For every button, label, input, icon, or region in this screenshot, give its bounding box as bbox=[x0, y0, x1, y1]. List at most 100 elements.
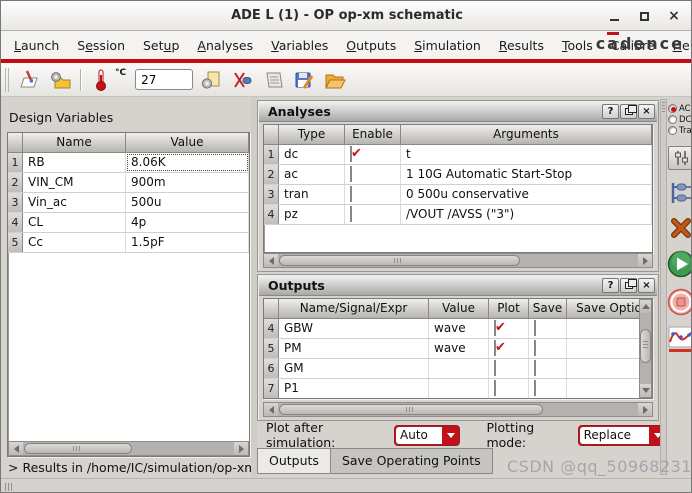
save-checkbox[interactable] bbox=[534, 320, 536, 336]
outputs-float-button[interactable] bbox=[620, 278, 637, 293]
plot-outputs-button[interactable] bbox=[668, 326, 692, 353]
close-button[interactable]: × bbox=[667, 9, 681, 23]
plot-checkbox[interactable] bbox=[494, 360, 496, 376]
radio-dc[interactable]: DC bbox=[668, 114, 692, 125]
run-simulation-button[interactable] bbox=[667, 250, 692, 278]
table-row[interactable]: 4 GBW wave bbox=[264, 319, 652, 339]
table-row[interactable]: 1 dc t bbox=[264, 145, 652, 165]
open-setup-button[interactable] bbox=[16, 67, 42, 93]
save-checkbox[interactable] bbox=[534, 360, 536, 376]
enable-checkbox[interactable] bbox=[350, 166, 352, 182]
toolbar-handle[interactable] bbox=[660, 99, 667, 475]
outputs-vertical-scrollbar[interactable] bbox=[639, 299, 652, 398]
dv-value[interactable]: 900m bbox=[126, 173, 249, 192]
an-col-type[interactable]: Type bbox=[279, 125, 345, 145]
table-row[interactable]: 3 Vin_ac 500u bbox=[8, 193, 249, 213]
table-row[interactable]: 3 tran 0 500u conservative bbox=[264, 185, 652, 205]
menu-session[interactable]: Session bbox=[68, 38, 134, 53]
enable-checkbox[interactable] bbox=[350, 186, 352, 202]
scroll-thumb[interactable] bbox=[640, 329, 651, 363]
save-checkbox[interactable] bbox=[534, 340, 536, 356]
resize-grip[interactable] bbox=[5, 483, 13, 491]
table-row[interactable]: 4 pz /VOUT /AVSS ("3") bbox=[264, 205, 652, 225]
dv-name[interactable]: VIN_CM bbox=[23, 173, 126, 192]
table-row[interactable]: 1 RB 8.06K bbox=[8, 153, 249, 173]
scroll-left-icon[interactable] bbox=[264, 254, 278, 267]
dv-value[interactable]: 4p bbox=[126, 213, 249, 232]
save-checkbox[interactable] bbox=[534, 380, 536, 396]
outputs-close-button[interactable]: × bbox=[638, 278, 655, 293]
plot-checkbox[interactable] bbox=[494, 340, 496, 356]
scroll-right-icon[interactable] bbox=[638, 403, 652, 416]
choose-analyses-button[interactable] bbox=[668, 146, 692, 170]
table-row[interactable]: 2 VIN_CM 900m bbox=[8, 173, 249, 193]
load-state-button[interactable] bbox=[47, 67, 73, 93]
delete-button[interactable] bbox=[669, 216, 692, 240]
scroll-thumb[interactable] bbox=[279, 255, 520, 266]
dv-name[interactable]: Vin_ac bbox=[23, 193, 126, 212]
edit-variables-button[interactable] bbox=[198, 67, 224, 93]
table-row[interactable]: 7 P1 bbox=[264, 379, 652, 399]
dv-value[interactable]: 8.06K bbox=[126, 153, 249, 172]
an-col-enable[interactable]: Enable bbox=[345, 125, 401, 145]
plot-checkbox[interactable] bbox=[494, 380, 496, 396]
dv-value[interactable]: 500u bbox=[126, 193, 249, 212]
table-row[interactable]: 4 CL 4p bbox=[8, 213, 249, 233]
netlist-button[interactable] bbox=[260, 67, 286, 93]
temperature-input[interactable] bbox=[135, 69, 193, 90]
menu-launch[interactable]: Launch bbox=[5, 38, 68, 53]
save-script-button[interactable] bbox=[291, 67, 317, 93]
outputs-help-button[interactable]: ? bbox=[602, 278, 619, 293]
scroll-left-icon[interactable] bbox=[9, 442, 23, 455]
dv-value[interactable]: 1.5pF bbox=[126, 233, 249, 252]
out-col-save[interactable]: Save bbox=[529, 299, 567, 319]
dv-name[interactable]: Cc bbox=[23, 233, 126, 252]
out-col-name[interactable]: Name/Signal/Expr bbox=[279, 299, 429, 319]
analyses-horizontal-scrollbar[interactable] bbox=[263, 253, 653, 268]
analyses-panel-title[interactable]: Analyses bbox=[259, 102, 657, 122]
menu-variables[interactable]: Variables bbox=[262, 38, 337, 53]
radio-trans[interactable]: Trans bbox=[668, 125, 692, 136]
dv-col-name[interactable]: Name bbox=[23, 133, 126, 153]
radio-ac[interactable]: AC bbox=[668, 103, 692, 114]
enable-checkbox[interactable] bbox=[350, 146, 352, 162]
tab-save-operating-points[interactable]: Save Operating Points bbox=[331, 448, 493, 474]
table-row[interactable]: 2 ac 1 10G Automatic Start-Stop bbox=[264, 165, 652, 185]
table-row[interactable]: 5 PM wave bbox=[264, 339, 652, 359]
out-col-value[interactable]: Value bbox=[429, 299, 489, 319]
toolbar-grip[interactable] bbox=[5, 68, 11, 92]
delete-probe-button[interactable] bbox=[229, 67, 255, 93]
dv-col-value[interactable]: Value bbox=[126, 133, 249, 153]
table-row[interactable]: 5 Cc 1.5pF bbox=[8, 233, 249, 253]
an-col-arguments[interactable]: Arguments bbox=[401, 125, 652, 145]
analyses-close-button[interactable]: × bbox=[638, 104, 655, 119]
scroll-right-icon[interactable] bbox=[234, 442, 248, 455]
plot-checkbox[interactable] bbox=[494, 320, 496, 336]
table-row[interactable]: 6 GM bbox=[264, 359, 652, 379]
plot-after-dropdown[interactable]: Auto bbox=[394, 425, 460, 446]
outputs-horizontal-scrollbar[interactable] bbox=[263, 402, 653, 417]
tab-outputs[interactable]: Outputs bbox=[257, 448, 331, 474]
menu-results[interactable]: Results bbox=[490, 38, 553, 53]
dv-horizontal-scrollbar[interactable] bbox=[8, 441, 249, 456]
menu-analyses[interactable]: Analyses bbox=[188, 38, 262, 53]
outputs-panel-title[interactable]: Outputs bbox=[259, 276, 657, 296]
open-folder-button[interactable] bbox=[322, 67, 348, 93]
scroll-left-icon[interactable] bbox=[264, 403, 278, 416]
maximize-button[interactable] bbox=[637, 9, 651, 23]
scroll-thumb[interactable] bbox=[279, 404, 543, 415]
dv-name[interactable]: CL bbox=[23, 213, 126, 232]
plotting-mode-dropdown[interactable]: Replace bbox=[578, 425, 667, 446]
dv-name[interactable]: RB bbox=[23, 153, 126, 172]
scroll-up-icon[interactable] bbox=[640, 300, 651, 313]
setup-outputs-button[interactable] bbox=[669, 180, 692, 206]
temperature-button[interactable] bbox=[88, 67, 114, 93]
analyses-float-button[interactable] bbox=[620, 104, 637, 119]
scroll-down-icon[interactable] bbox=[640, 384, 651, 397]
scroll-right-icon[interactable] bbox=[638, 254, 652, 267]
menu-tools[interactable]: Tools bbox=[553, 38, 602, 53]
analyses-help-button[interactable]: ? bbox=[602, 104, 619, 119]
menu-simulation[interactable]: Simulation bbox=[405, 38, 490, 53]
menu-setup[interactable]: Setup bbox=[134, 38, 188, 53]
enable-checkbox[interactable] bbox=[350, 206, 352, 222]
